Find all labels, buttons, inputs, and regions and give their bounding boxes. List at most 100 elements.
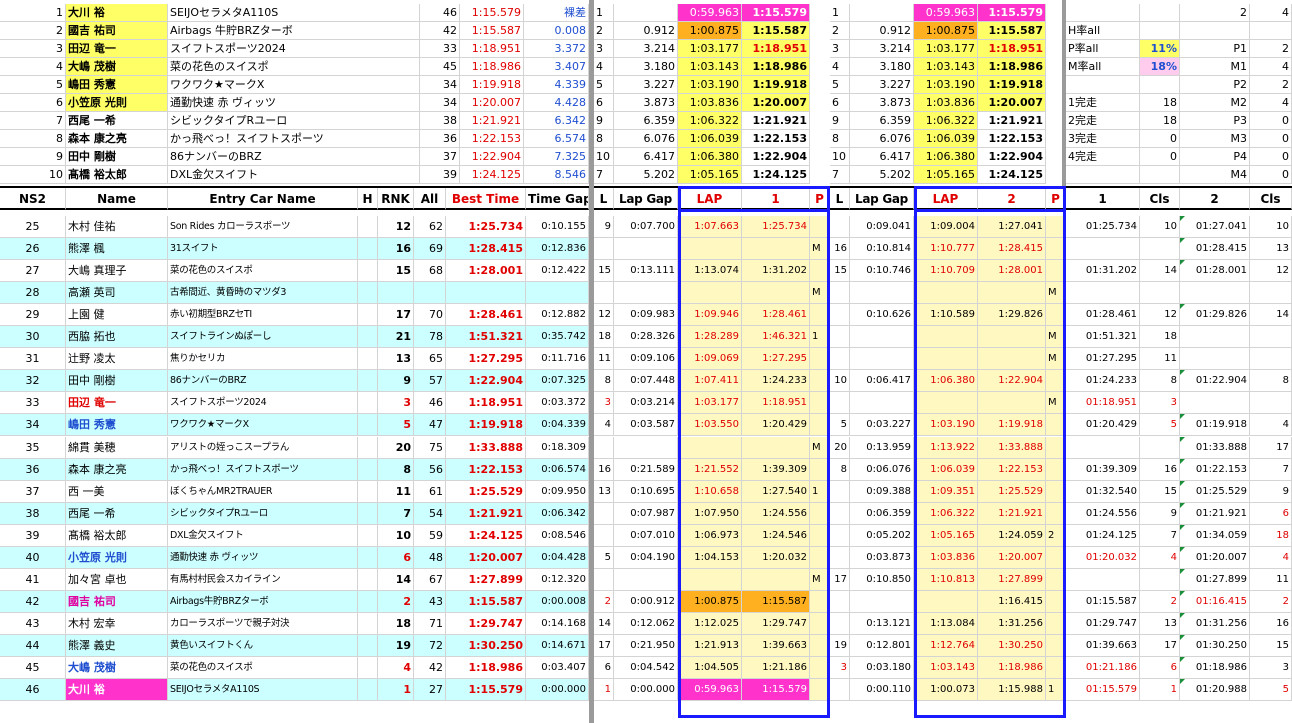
row-lap1-pos[interactable]: 11 xyxy=(594,348,614,371)
summary-extra[interactable]: P3 xyxy=(1180,112,1250,130)
row-lap-1[interactable]: 1:21.913 xyxy=(678,634,742,657)
summary-gap[interactable]: 裸差 xyxy=(524,4,589,22)
row-p-2[interactable]: M xyxy=(1046,392,1066,415)
row-time-2[interactable]: 1:31.256 xyxy=(978,612,1046,635)
row-all[interactable]: 67 xyxy=(414,568,446,591)
row-car-name[interactable]: DXL金欠スイフト xyxy=(168,524,358,547)
row-lap-2[interactable]: 1:12.764 xyxy=(914,634,978,657)
row-p-1[interactable] xyxy=(810,348,830,371)
row-p-2[interactable] xyxy=(1046,414,1066,437)
row-p-2[interactable] xyxy=(1046,260,1066,283)
row-lap-1[interactable]: 1:07.950 xyxy=(678,502,742,525)
row-car-name[interactable]: スイフトラインぬぽーし xyxy=(168,326,358,349)
row-rnk[interactable]: 15 xyxy=(378,260,414,283)
row-all[interactable]: 43 xyxy=(414,590,446,613)
row-p-1[interactable] xyxy=(810,679,830,702)
row-rnk[interactable]: 19 xyxy=(378,634,414,657)
row-round-1[interactable]: 01:39.309 xyxy=(1066,458,1140,481)
header-gap[interactable]: Time Gap xyxy=(526,188,589,210)
row-round-2[interactable]: 01:34.059 xyxy=(1180,524,1250,547)
row-lapgap-2[interactable]: 0:03.180 xyxy=(850,657,914,680)
row-lapgap-1[interactable]: 0:00.912 xyxy=(614,590,678,613)
row-ns[interactable]: 36 xyxy=(0,458,66,481)
row-all[interactable]: 46 xyxy=(414,392,446,415)
row-time-2[interactable]: 1:28.415 xyxy=(978,238,1046,261)
row-p-2[interactable]: 2 xyxy=(1046,524,1066,547)
row-p-2[interactable] xyxy=(1046,480,1066,503)
row-car-name[interactable]: 通勤快速 赤 ヴィッツ xyxy=(168,546,358,569)
row-lapgap-2[interactable]: 0:06.359 xyxy=(850,502,914,525)
row-lap-1[interactable]: 1:06.973 xyxy=(678,524,742,547)
summary-lap-1[interactable]: 1:06.322 xyxy=(678,112,742,130)
row-time-1[interactable]: 1:18.951 xyxy=(742,392,810,415)
row-all[interactable]: 69 xyxy=(414,238,446,261)
summary-gap-2[interactable]: 3.214 xyxy=(850,40,914,58)
summary-gap-1[interactable]: 0.912 xyxy=(614,22,678,40)
summary-best-1[interactable]: 1:20.007 xyxy=(742,94,810,112)
row-lap1-pos[interactable]: 2 xyxy=(594,590,614,613)
summary-driver-name[interactable]: 髙橋 裕太郎 xyxy=(66,166,168,184)
row-lap1-pos[interactable]: 12 xyxy=(594,304,614,327)
row-round-2[interactable]: 01:22.153 xyxy=(1180,458,1250,481)
row-ns[interactable]: 35 xyxy=(0,436,66,459)
row-best-time[interactable]: 1:51.321 xyxy=(446,326,526,349)
row-p-2[interactable] xyxy=(1046,634,1066,657)
summary-extra[interactable] xyxy=(1140,22,1180,40)
row-round-1[interactable]: 01:32.540 xyxy=(1066,480,1140,503)
row-all[interactable]: 47 xyxy=(414,414,446,437)
summary-extra[interactable]: 0 xyxy=(1250,148,1292,166)
row-time-gap[interactable] xyxy=(526,282,589,305)
row-lap-1[interactable]: 1:04.505 xyxy=(678,657,742,680)
row-driver-name[interactable]: 西 一美 xyxy=(66,480,168,503)
row-car-name[interactable]: 焦りかセリカ xyxy=(168,348,358,371)
summary-gap-1[interactable] xyxy=(614,4,678,22)
header-lapgap-1[interactable]: Lap Gap xyxy=(614,188,678,210)
row-time-gap[interactable]: 0:35.742 xyxy=(526,326,589,349)
row-lap2-pos[interactable]: 19 xyxy=(830,634,850,657)
row-ns[interactable]: 30 xyxy=(0,326,66,349)
row-driver-name[interactable]: 大嶋 真理子 xyxy=(66,260,168,283)
summary-driver-name[interactable]: 森本 康之亮 xyxy=(66,130,168,148)
summary-best-1[interactable]: 1:19.918 xyxy=(742,76,810,94)
row-h[interactable] xyxy=(358,326,378,349)
summary-lap-count[interactable]: 33 xyxy=(420,40,460,58)
row-lap1-pos[interactable]: 13 xyxy=(594,480,614,503)
row-cls-1[interactable]: 3 xyxy=(1140,392,1180,415)
row-lapgap-2[interactable] xyxy=(850,326,914,349)
row-cls-1[interactable]: 4 xyxy=(1140,546,1180,569)
summary-extra[interactable]: 0 xyxy=(1140,148,1180,166)
summary-best-2[interactable]: 1:15.579 xyxy=(978,4,1046,22)
summary-gap-2[interactable]: 3.873 xyxy=(850,94,914,112)
summary-extra[interactable]: 3完走 xyxy=(1066,130,1140,148)
row-lap1-pos[interactable]: 4 xyxy=(594,414,614,437)
row-all[interactable]: 48 xyxy=(414,546,446,569)
row-driver-name[interactable]: 高瀬 英司 xyxy=(66,282,168,305)
row-driver-name[interactable]: 髙橋 裕太郎 xyxy=(66,524,168,547)
row-driver-name[interactable]: 木村 宏幸 xyxy=(66,612,168,635)
row-lap1-pos[interactable]: 15 xyxy=(594,260,614,283)
row-lap2-pos[interactable] xyxy=(830,392,850,415)
row-ns[interactable]: 39 xyxy=(0,524,66,547)
row-lapgap-2[interactable] xyxy=(850,392,914,415)
row-lap-2[interactable]: 1:10.777 xyxy=(914,238,978,261)
row-ns[interactable]: 45 xyxy=(0,657,66,680)
summary-driver-name[interactable]: 大嶋 茂樹 xyxy=(66,58,168,76)
row-cls-1[interactable]: 16 xyxy=(1140,458,1180,481)
row-lap-1[interactable]: 1:03.177 xyxy=(678,392,742,415)
row-lap-1[interactable]: 1:13.074 xyxy=(678,260,742,283)
row-time-1[interactable]: 1:27.295 xyxy=(742,348,810,371)
row-time-2[interactable] xyxy=(978,392,1046,415)
row-round-1[interactable]: 01:39.663 xyxy=(1066,634,1140,657)
row-p-1[interactable]: 1 xyxy=(810,326,830,349)
row-time-2[interactable]: 1:24.059 xyxy=(978,524,1046,547)
row-all[interactable]: 78 xyxy=(414,326,446,349)
row-h[interactable] xyxy=(358,568,378,591)
summary-lap-2[interactable]: 1:06.039 xyxy=(914,130,978,148)
row-lap1-pos[interactable]: 3 xyxy=(594,392,614,415)
summary-best-2[interactable]: 1:22.904 xyxy=(978,148,1046,166)
summary-driver-name[interactable]: 小笠原 光則 xyxy=(66,94,168,112)
row-rnk[interactable]: 16 xyxy=(378,238,414,261)
row-best-time[interactable]: 1:21.921 xyxy=(446,502,526,525)
row-rnk[interactable]: 21 xyxy=(378,326,414,349)
summary-best-2[interactable]: 1:21.921 xyxy=(978,112,1046,130)
